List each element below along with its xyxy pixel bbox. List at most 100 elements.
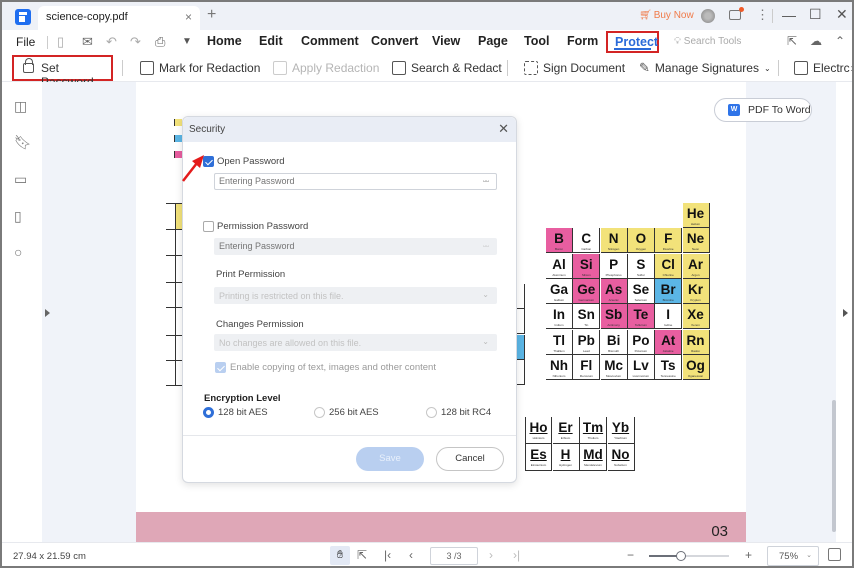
cloud-upload-icon[interactable]: ☁ (810, 34, 822, 48)
next-page-icon[interactable]: › (489, 548, 493, 562)
zoom-out-icon[interactable]: − (627, 548, 634, 562)
expand-left-panel-icon[interactable] (45, 309, 50, 317)
menu-bar: File ▯ ✉ ↶ ↷ ⎙ ▼ Home Edit Comment Conve… (2, 30, 852, 54)
element-name: Boron (554, 247, 563, 252)
changes-permission-select[interactable]: No changes are allowed on this file. ⌄ (214, 334, 497, 351)
element-name: Moscovium (606, 373, 622, 378)
element-name: Neon (691, 247, 700, 252)
menu-file[interactable]: File (16, 35, 35, 49)
open-password-field[interactable]: ᵕᵕ (214, 173, 497, 190)
minimize-button[interactable]: — (782, 7, 796, 23)
hide-password-icon[interactable]: ᵕᵕ (483, 177, 489, 186)
hide-password-icon[interactable]: ᵕᵕ (483, 242, 489, 251)
buy-now-button[interactable]: 🛒︎ Buy Now (639, 10, 694, 21)
radio-128-aes[interactable] (203, 407, 214, 418)
search-redact-icon (392, 61, 406, 75)
hand-tool-icon[interactable]: ✋︎ (330, 546, 350, 565)
search-redact-button[interactable]: Search & Redact (392, 57, 502, 79)
element-name: Tennessine (660, 373, 676, 378)
zoom-in-icon[interactable]: + (745, 548, 752, 562)
menu-tool[interactable]: Tool (524, 34, 549, 48)
element-symbol: Ga (549, 281, 568, 297)
more-options-icon[interactable]: ⋮ (756, 7, 769, 23)
zoom-slider-handle[interactable] (676, 551, 686, 561)
active-tab-underline (614, 48, 651, 50)
page-number-input[interactable]: 3 /3 (430, 547, 478, 565)
radio-256-aes[interactable] (314, 407, 325, 418)
permission-password-field[interactable]: ᵕᵕ (214, 238, 497, 255)
new-tab-button[interactable]: + (207, 6, 216, 24)
element-cell-o: O Oxygen (627, 228, 655, 254)
element-symbol: O (635, 231, 647, 247)
set-password-button[interactable]: Set Password (12, 55, 113, 89)
permission-password-input[interactable] (219, 241, 459, 251)
save-button[interactable]: Save (356, 447, 424, 471)
fit-page-icon[interactable] (828, 548, 841, 561)
email-icon[interactable]: ✉ (82, 34, 93, 50)
mark-for-redaction-button[interactable]: Mark for Redaction (140, 57, 260, 79)
expand-right-panel-icon[interactable] (843, 309, 848, 317)
cart-icon: 🛒︎ (639, 10, 652, 21)
search-tools-input[interactable]: 💡︎ Search Tools (674, 36, 741, 47)
cancel-button[interactable]: Cancel (436, 447, 504, 471)
element-symbol: Si (579, 256, 593, 272)
dialog-close-icon[interactable]: ✕ (498, 121, 509, 137)
apply-redaction-button[interactable]: Apply Redaction (273, 57, 379, 79)
print-icon[interactable]: ⎙ (155, 34, 165, 50)
divider (183, 435, 516, 436)
manage-signatures-button[interactable]: ✎ Manage Signatures ⌄ (639, 57, 771, 79)
element-cell-se: Se Selenium (627, 278, 655, 304)
collapse-ribbon-icon[interactable]: ⌃ (835, 34, 845, 48)
redo-icon[interactable]: ↷ (130, 34, 141, 50)
element-name: Hydrogen (558, 463, 572, 467)
bookmark-icon[interactable]: 🔖︎ (14, 134, 32, 150)
menu-home[interactable]: Home (207, 34, 242, 48)
element-cell-p: P Phosphorus (600, 253, 628, 279)
electronic-signature-button[interactable]: Electrc › (794, 57, 852, 79)
save-icon[interactable]: ▯ (57, 34, 64, 50)
element-symbol: Se (632, 281, 650, 297)
radio-128-rc4[interactable] (426, 407, 437, 418)
sign-document-button[interactable]: Sign Document (524, 57, 625, 79)
zoom-slider[interactable] (649, 551, 729, 561)
element-cell-i: I Iodine (655, 304, 683, 330)
select-tool-icon[interactable]: ⇱ (357, 548, 367, 562)
zoom-level-select[interactable]: 75% ⌄ (767, 546, 819, 566)
menu-comment[interactable]: Comment (301, 34, 359, 48)
menu-page[interactable]: Page (478, 34, 508, 48)
avatar[interactable] (701, 9, 715, 23)
previous-page-icon[interactable]: ‹ (409, 548, 413, 562)
table-gridline (166, 307, 182, 308)
print-permission-select[interactable]: Printing is restricted on this file. ⌄ (214, 287, 497, 304)
comment-icon[interactable]: ▭ (14, 171, 30, 187)
print-permission-value: Printing is restricted on this file. (219, 291, 344, 301)
close-window-button[interactable]: ✕ (836, 6, 848, 23)
element-cell-b: B Boron (546, 228, 573, 254)
menu-view[interactable]: View (432, 34, 460, 48)
thumbnails-icon[interactable]: ◫ (14, 98, 30, 114)
menu-protect[interactable]: Protect (606, 31, 659, 53)
search-icon[interactable]: ○ (14, 244, 30, 260)
menu-edit[interactable]: Edit (259, 34, 283, 48)
partial-element-cell (175, 203, 182, 229)
apply-redaction-icon (273, 61, 287, 75)
open-password-input[interactable] (219, 176, 459, 186)
share-icon[interactable]: ⇱ (787, 34, 797, 48)
notification-icon[interactable] (729, 7, 744, 20)
attachment-icon[interactable]: ▯ (14, 208, 30, 224)
element-symbol: As (604, 281, 623, 297)
quick-access-dropdown-icon[interactable]: ▼ (182, 36, 192, 47)
maximize-button[interactable]: ☐ (809, 6, 822, 23)
permission-password-checkbox[interactable] (203, 221, 214, 232)
undo-icon[interactable]: ↶ (106, 34, 117, 50)
first-page-icon[interactable]: |‹ (384, 548, 391, 562)
pdf-to-word-button[interactable]: W PDF To Word (714, 98, 812, 122)
menu-convert[interactable]: Convert (371, 34, 418, 48)
vertical-scrollbar[interactable] (832, 400, 836, 532)
menu-form[interactable]: Form (567, 34, 598, 48)
element-cell-lv: Lv Livermorium (627, 354, 655, 380)
document-tab[interactable]: science-copy.pdf × (38, 6, 200, 30)
tab-close-icon[interactable]: × (185, 10, 192, 24)
last-page-icon[interactable]: ›| (513, 548, 520, 562)
enable-copying-checkbox[interactable] (215, 362, 226, 373)
